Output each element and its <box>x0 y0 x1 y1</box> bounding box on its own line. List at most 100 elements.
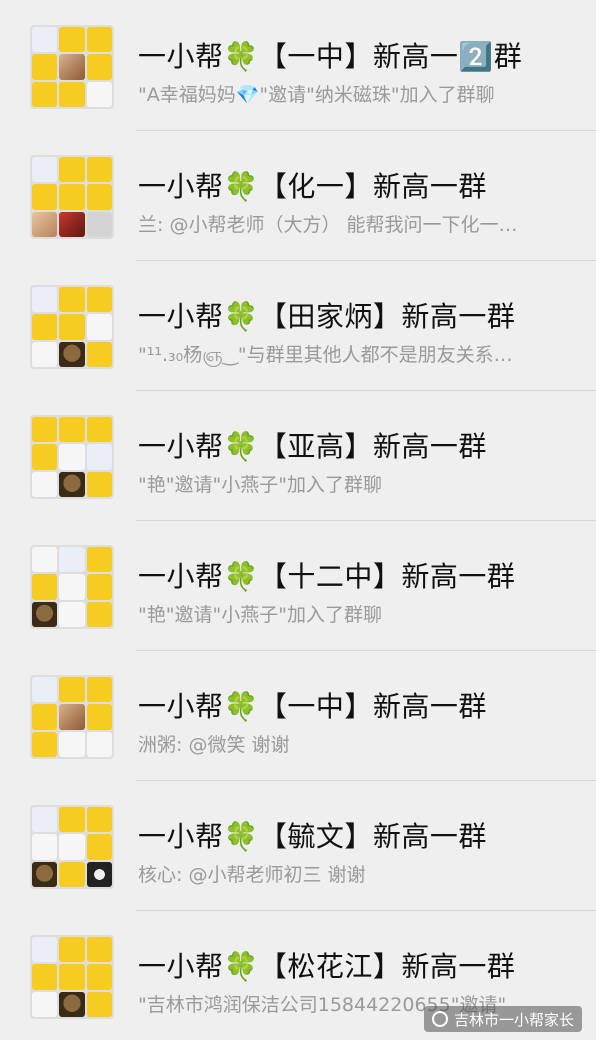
chat-list: 一小帮🍀【一中】新高一2️⃣群 "A幸福妈妈💎"邀请"纳米磁珠"加入了群聊 一小帮🍀… <box>0 0 596 1040</box>
avatar-tile <box>32 861 58 887</box>
chat-last-message: "A幸福妈妈💎"邀请"纳米磁珠"加入了群聊 <box>138 84 495 106</box>
avatar-tile <box>32 601 58 627</box>
avatar-tile <box>59 444 85 470</box>
avatar-tile <box>86 211 112 237</box>
avatar-tile <box>59 601 85 627</box>
chat-last-message: "艳"邀请"小燕子"加入了群聊 <box>138 474 382 496</box>
avatar-tile <box>32 937 58 963</box>
avatar-tile <box>86 807 112 833</box>
avatar-tile <box>86 547 112 573</box>
avatar-tile <box>59 314 85 340</box>
row-divider <box>136 780 596 781</box>
row-divider <box>136 520 596 521</box>
avatar-tile <box>59 471 85 497</box>
row-divider <box>136 390 596 391</box>
avatar-tile <box>32 574 58 600</box>
chat-row[interactable]: 一小帮🍀【一中】新高一群洲粥: @微笑 谢谢 <box>0 650 596 780</box>
chat-row[interactable]: 一小帮🍀【十二中】新高一群 "艳"邀请"小燕子"加入了群聊 <box>0 520 596 650</box>
avatar-tile <box>32 964 58 990</box>
chat-row[interactable]: 一小帮🍀【亚高】新高一群 "艳"邀请"小燕子"加入了群聊 <box>0 390 596 520</box>
group-avatar[interactable] <box>30 285 114 369</box>
avatar-tile <box>32 341 58 367</box>
group-avatar[interactable] <box>30 545 114 629</box>
avatar-tile <box>59 574 85 600</box>
avatar-tile <box>32 834 58 860</box>
avatar-tile <box>86 677 112 703</box>
chat-title: 一小帮🍀【田家炳】新高一群 <box>138 300 516 333</box>
chat-title: 一小帮🍀【毓文】新高一群 <box>138 820 487 853</box>
chat-title: 一小帮🍀【松花江】新高一群 <box>138 950 516 983</box>
avatar-tile <box>86 157 112 183</box>
avatar-tile <box>32 807 58 833</box>
group-avatar[interactable] <box>30 415 114 499</box>
avatar-tile <box>59 731 85 757</box>
avatar-tile <box>59 211 85 237</box>
watermark-text: 吉林市一小帮家长 <box>453 1010 574 1029</box>
avatar-tile <box>86 471 112 497</box>
avatar-tile <box>59 964 85 990</box>
avatar-tile <box>86 731 112 757</box>
avatar-tile <box>59 54 85 80</box>
chat-last-message: "¹¹.₃₀杨ஞ‿"与群里其他人都不是朋友关系… <box>138 344 513 366</box>
group-avatar[interactable] <box>30 25 114 109</box>
avatar-tile <box>32 731 58 757</box>
avatar-tile <box>32 444 58 470</box>
avatar-tile <box>86 834 112 860</box>
avatar-tile <box>32 547 58 573</box>
chat-last-message: 兰: @小帮老师（大方） 能帮我问一下化一… <box>138 214 518 236</box>
avatar-tile <box>59 834 85 860</box>
wechat-logo-icon <box>431 1011 448 1027</box>
chat-last-message: 核心: @小帮老师初三 谢谢 <box>138 864 366 886</box>
avatar-tile <box>59 547 85 573</box>
avatar-tile <box>32 184 58 210</box>
avatar-tile <box>59 861 85 887</box>
avatar-tile <box>59 81 85 107</box>
chat-last-message: 洲粥: @微笑 谢谢 <box>138 734 290 756</box>
chat-last-message: "艳"邀请"小燕子"加入了群聊 <box>138 604 382 626</box>
avatar-tile <box>32 677 58 703</box>
avatar-tile <box>86 341 112 367</box>
chat-title: 一小帮🍀【化一】新高一群 <box>138 170 487 203</box>
chat-title: 一小帮🍀【一中】新高一群 <box>138 690 487 723</box>
avatar-tile <box>86 964 112 990</box>
chat-row[interactable]: 一小帮🍀【一中】新高一2️⃣群 "A幸福妈妈💎"邀请"纳米磁珠"加入了群聊 <box>0 0 596 130</box>
row-divider <box>136 130 596 131</box>
avatar-tile <box>86 287 112 313</box>
avatar-tile <box>86 991 112 1017</box>
avatar-tile <box>32 287 58 313</box>
avatar-tile <box>59 27 85 53</box>
row-divider <box>136 910 596 911</box>
group-avatar[interactable] <box>30 935 114 1019</box>
avatar-tile <box>59 704 85 730</box>
avatar-tile <box>86 601 112 627</box>
avatar-tile <box>32 704 58 730</box>
avatar-tile <box>32 417 58 443</box>
chat-row[interactable]: 一小帮🍀【化一】新高一群兰: @小帮老师（大方） 能帮我问一下化一… <box>0 130 596 260</box>
chat-title: 一小帮🍀【亚高】新高一群 <box>138 430 487 463</box>
avatar-tile <box>59 157 85 183</box>
avatar-tile <box>32 81 58 107</box>
avatar-tile <box>86 314 112 340</box>
watermark: 吉林市一小帮家长 <box>423 1006 582 1032</box>
avatar-tile <box>86 81 112 107</box>
avatar-tile <box>86 444 112 470</box>
avatar-tile <box>32 54 58 80</box>
avatar-tile <box>86 54 112 80</box>
avatar-tile <box>59 417 85 443</box>
avatar-tile <box>32 157 58 183</box>
avatar-tile <box>32 991 58 1017</box>
avatar-tile <box>86 574 112 600</box>
avatar-tile <box>86 937 112 963</box>
avatar-tile <box>32 211 58 237</box>
group-avatar[interactable] <box>30 155 114 239</box>
avatar-tile <box>86 27 112 53</box>
avatar-tile <box>86 417 112 443</box>
avatar-tile <box>32 314 58 340</box>
group-avatar[interactable] <box>30 675 114 759</box>
chat-row[interactable]: 一小帮🍀【田家炳】新高一群 "¹¹.₃₀杨ஞ‿"与群里其他人都不是朋友关系… <box>0 260 596 390</box>
avatar-tile <box>59 341 85 367</box>
chat-row[interactable]: 一小帮🍀【毓文】新高一群核心: @小帮老师初三 谢谢 <box>0 780 596 910</box>
avatar-tile <box>59 937 85 963</box>
chat-title: 一小帮🍀【十二中】新高一群 <box>138 560 516 593</box>
group-avatar[interactable] <box>30 805 114 889</box>
